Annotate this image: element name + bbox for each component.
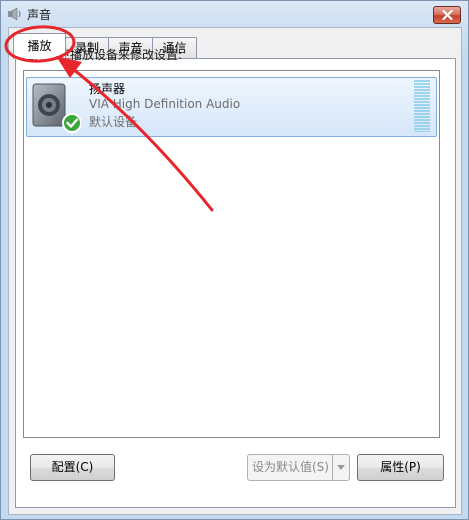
close-button[interactable] [433, 6, 461, 24]
set-default-button[interactable]: 设为默认值(S) [247, 454, 350, 481]
configure-button[interactable]: 配置(C) [30, 454, 115, 481]
close-icon [442, 10, 453, 20]
sound-dialog-window: 声音 播放 录制 声音 通信 选择以下播放设备来修改设置: 扬声器 VIA Hi… [0, 0, 469, 520]
sound-app-icon [7, 7, 23, 21]
device-description: VIA High Definition Audio [89, 97, 241, 111]
tab-label: 播放 [27, 39, 52, 53]
device-status: 默认设备 [89, 115, 138, 129]
list-item[interactable]: 扬声器 VIA High Definition Audio 默认设备 [26, 77, 437, 137]
playback-device-list[interactable]: 扬声器 VIA High Definition Audio 默认设备 [23, 70, 440, 438]
volume-level-meter [414, 80, 430, 132]
tab-playback[interactable]: 播放 [13, 33, 66, 59]
speaker-icon [31, 80, 82, 134]
chevron-down-icon[interactable] [332, 455, 349, 480]
check-badge-icon [62, 113, 82, 133]
button-label: 配置(C) [51, 460, 94, 474]
button-label: 属性(P) [380, 460, 421, 474]
device-name: 扬声器 [89, 82, 126, 96]
title-bar[interactable]: 声音 [1, 1, 468, 27]
properties-button[interactable]: 属性(P) [357, 454, 444, 481]
window-title: 声音 [27, 8, 52, 22]
button-label: 设为默认值(S) [252, 460, 329, 474]
